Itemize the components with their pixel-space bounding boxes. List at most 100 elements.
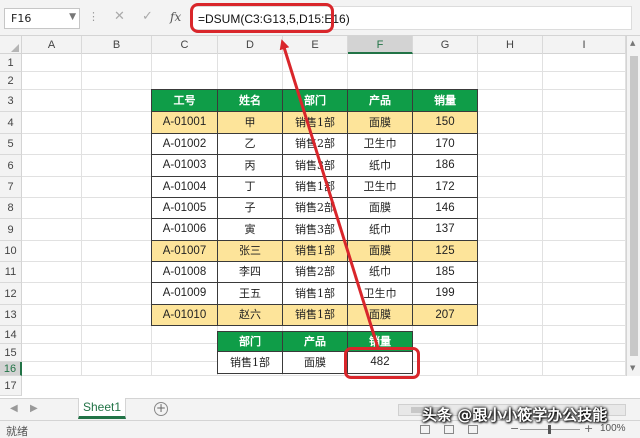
table-cell[interactable]: 纸巾 [348,262,413,283]
column-header-c[interactable]: C [152,36,218,54]
enter-icon[interactable]: ✓ [142,9,153,24]
zoom-slider-thumb[interactable] [548,425,551,434]
table-cell[interactable]: 199 [413,283,478,305]
vertical-scrollbar[interactable]: ▲ ▼ [626,36,640,376]
page-layout-icon[interactable] [444,425,454,434]
table-header-cell[interactable]: 部门 [283,90,348,112]
table-cell[interactable]: A-01010 [152,305,218,326]
row-header-13[interactable]: 13 [0,305,22,326]
table-cell[interactable]: 卫生巾 [348,134,413,155]
row-header-16[interactable]: 16 [0,362,22,376]
row-header-6[interactable]: 6 [0,155,22,177]
table-cell[interactable]: 销售2部 [283,134,348,155]
table-cell[interactable]: A-01003 [152,155,218,177]
row-header-11[interactable]: 11 [0,262,22,283]
table-cell[interactable]: A-01002 [152,134,218,155]
table-header-cell[interactable]: 销量 [413,90,478,112]
criteria-value-cell[interactable]: 面膜 [283,352,348,374]
table-cell[interactable]: A-01001 [152,112,218,134]
table-cell[interactable]: 销售1部 [283,177,348,198]
table-cell[interactable]: 纸巾 [348,219,413,241]
table-cell[interactable]: 销售2部 [283,198,348,219]
table-cell[interactable]: A-01007 [152,241,218,262]
row-header-12[interactable]: 12 [0,283,22,305]
table-header-cell[interactable]: 工号 [152,90,218,112]
column-header-i[interactable]: I [543,36,626,54]
table-cell[interactable]: 乙 [218,134,283,155]
table-cell[interactable]: 丙 [218,155,283,177]
select-all-corner[interactable] [0,36,22,54]
table-cell[interactable]: 子 [218,198,283,219]
table-cell[interactable]: 寅 [218,219,283,241]
table-cell[interactable]: 172 [413,177,478,198]
row-header-14[interactable]: 14 [0,326,22,344]
sheet-tab[interactable]: Sheet1 [78,398,126,419]
table-cell[interactable]: 面膜 [348,198,413,219]
table-cell[interactable]: 185 [413,262,478,283]
row-header-10[interactable]: 10 [0,241,22,262]
page-break-icon[interactable] [468,425,478,434]
table-cell[interactable]: 甲 [218,112,283,134]
table-cell[interactable]: 150 [413,112,478,134]
table-cell[interactable]: A-01005 [152,198,218,219]
vertical-scroll-thumb[interactable] [630,56,638,356]
table-cell[interactable]: 146 [413,198,478,219]
column-header-g[interactable]: G [413,36,478,54]
table-cell[interactable]: 销售1部 [283,305,348,326]
table-cell[interactable]: 张三 [218,241,283,262]
table-cell[interactable]: 销售1部 [283,112,348,134]
criteria-value-cell[interactable]: 销售1部 [218,352,283,374]
fx-icon[interactable]: fx [170,10,181,24]
table-cell[interactable]: 王五 [218,283,283,305]
row-header-3[interactable]: 3 [0,90,22,112]
table-header-cell[interactable]: 产品 [348,90,413,112]
row-header-4[interactable]: 4 [0,112,22,134]
table-cell[interactable]: 137 [413,219,478,241]
table-header-cell[interactable]: 姓名 [218,90,283,112]
row-header-15[interactable]: 15 [0,344,22,362]
table-cell[interactable]: 赵六 [218,305,283,326]
name-box[interactable]: F16 ▼ [4,8,80,29]
table-cell[interactable]: 卫生巾 [348,177,413,198]
column-header-a[interactable]: A [22,36,82,54]
add-sheet-icon[interactable]: + [154,402,168,416]
row-header-5[interactable]: 5 [0,134,22,155]
row-header-2[interactable]: 2 [0,72,22,90]
table-cell[interactable]: A-01006 [152,219,218,241]
prev-sheet-icon[interactable]: ◀ [10,403,18,414]
row-header-7[interactable]: 7 [0,177,22,198]
row-header-8[interactable]: 8 [0,198,22,219]
criteria-header-cell[interactable]: 部门 [218,332,283,352]
table-cell[interactable]: 面膜 [348,112,413,134]
table-cell[interactable]: 销售3部 [283,155,348,177]
table-cell[interactable]: A-01009 [152,283,218,305]
table-cell[interactable]: 销售3部 [283,219,348,241]
row-header-1[interactable]: 1 [0,54,22,72]
table-cell[interactable]: 丁 [218,177,283,198]
table-cell[interactable]: 207 [413,305,478,326]
table-cell[interactable]: 销售1部 [283,283,348,305]
column-header-f[interactable]: F [348,36,413,54]
table-cell[interactable]: 186 [413,155,478,177]
table-cell[interactable]: 面膜 [348,241,413,262]
criteria-header-cell[interactable]: 产品 [283,332,348,352]
scroll-up-icon[interactable]: ▲ [630,39,635,47]
table-cell[interactable]: 纸巾 [348,155,413,177]
table-cell[interactable]: 170 [413,134,478,155]
column-header-d[interactable]: D [218,36,283,54]
column-header-b[interactable]: B [82,36,152,54]
table-cell[interactable]: 125 [413,241,478,262]
table-cell[interactable]: A-01008 [152,262,218,283]
row-header-9[interactable]: 9 [0,219,22,241]
table-cell[interactable]: 销售1部 [283,241,348,262]
table-cell[interactable]: 面膜 [348,305,413,326]
table-cell[interactable]: A-01004 [152,177,218,198]
column-header-e[interactable]: E [283,36,348,54]
cancel-icon[interactable]: ✕ [114,9,125,24]
scroll-down-icon[interactable]: ▼ [630,364,635,372]
splitter-handle[interactable]: ⋮ [88,10,99,23]
column-header-h[interactable]: H [478,36,543,54]
normal-view-icon[interactable] [420,425,430,434]
next-sheet-icon[interactable]: ▶ [30,403,38,414]
table-cell[interactable]: 销售2部 [283,262,348,283]
